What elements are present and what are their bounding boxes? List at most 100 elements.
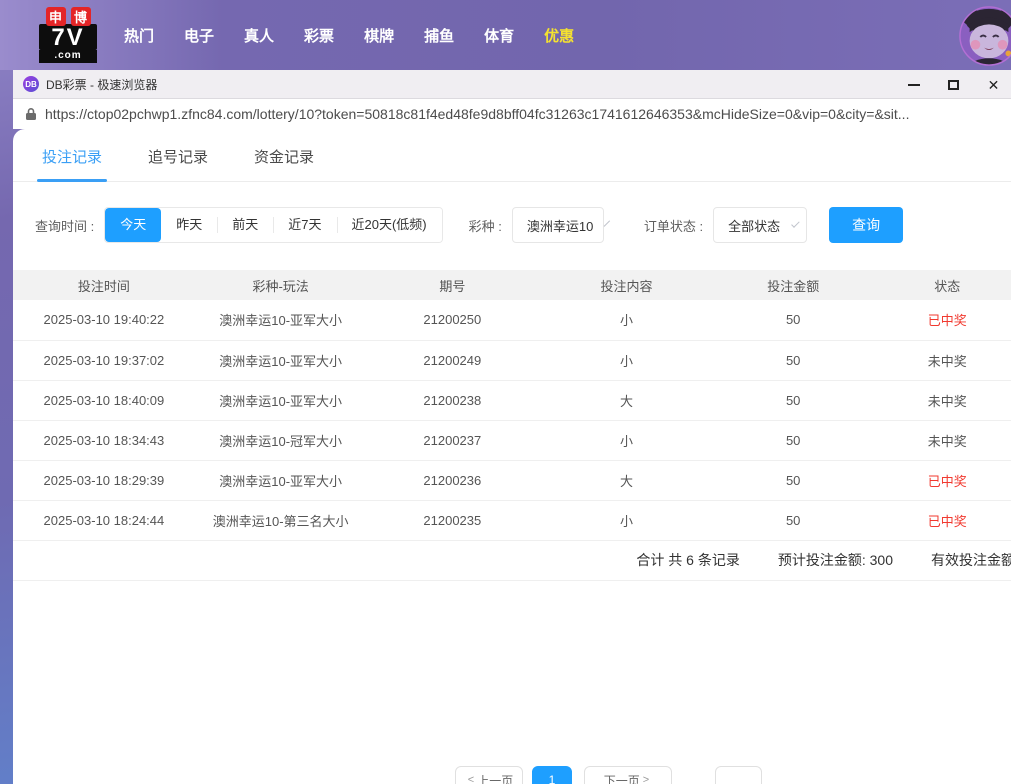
maximize-button[interactable] (945, 76, 962, 93)
cell-bet-content: 小 (538, 500, 715, 540)
cell-bet-amount: 50 (715, 340, 872, 380)
order-status-select[interactable]: 全部状态 (713, 207, 807, 243)
cell-bet-content: 大 (538, 380, 715, 420)
cell-game-play: 澳洲幸运10-亚军大小 (195, 460, 367, 500)
prev-page-button[interactable]: <上一页 (455, 766, 523, 784)
column-header: 期号 (366, 270, 538, 300)
lottery-select-value: 澳洲幸运10 (527, 216, 593, 235)
cell-bet-content: 小 (538, 300, 715, 340)
main-nav: 热门 电子 真人 彩票 棋牌 捕鱼 体育 优惠 (124, 25, 574, 46)
address-bar[interactable]: https://ctop02pchwp1.zfnc84.com/lottery/… (13, 99, 1011, 129)
table-header-row: 投注时间彩种-玩法期号投注内容投注金额状态 (13, 270, 1011, 300)
logo-badge-left: 申 (46, 7, 66, 26)
time-range-option[interactable]: 昨天 (161, 208, 217, 242)
site-top-bar: 申 博 7V .com 热门 电子 真人 彩票 棋牌 捕鱼 体育 优惠 (0, 0, 1011, 70)
summary-row: 合计 共 6 条记录 预计投注金额: 300 有效投注金额 (13, 541, 1011, 581)
prev-page-label: 上一页 (477, 772, 513, 784)
time-range-option[interactable]: 前天 (217, 208, 273, 242)
db-favicon-icon: DB (23, 76, 39, 92)
cell-status: 未中奖 (871, 380, 1011, 420)
tab[interactable]: 追号记录 (143, 131, 213, 181)
lottery-select-label: 彩种 : (469, 216, 502, 235)
cell-bet-time: 2025-03-10 19:37:02 (13, 340, 195, 380)
summary-total: 合计 共 6 条记录 (636, 550, 739, 570)
logo-badges: 申 博 (46, 7, 91, 26)
table-row: 2025-03-10 18:29:39 澳洲幸运10-亚军大小 21200236… (13, 460, 1011, 500)
nav-item[interactable]: 电子 (184, 25, 214, 46)
nav-item[interactable]: 棋牌 (364, 25, 394, 46)
cell-status: 已中奖 (871, 300, 1011, 340)
time-range-option[interactable]: 今天 (105, 208, 161, 242)
table-row: 2025-03-10 19:40:22 澳洲幸运10-亚军大小 21200250… (13, 300, 1011, 340)
chevron-left-icon: < (468, 774, 474, 784)
cell-issue-number: 21200238 (366, 380, 538, 420)
current-page-button[interactable]: 1 (532, 766, 572, 784)
nav-item[interactable]: 彩票 (304, 25, 334, 46)
window-controls: ✕ (905, 70, 1002, 99)
pagination: <上一页 1 下一页> (455, 766, 762, 784)
cell-bet-content: 小 (538, 340, 715, 380)
cell-status: 未中奖 (871, 340, 1011, 380)
nav-item[interactable]: 热门 (124, 25, 154, 46)
column-header: 投注时间 (13, 270, 195, 300)
cell-bet-amount: 50 (715, 420, 872, 460)
cell-bet-time: 2025-03-10 19:40:22 (13, 300, 195, 340)
order-status-label: 订单状态 : (644, 216, 703, 235)
record-tabs: 投注记录 追号记录 资金记录 (13, 129, 1011, 182)
time-range-group: 今天 昨天 前天 近7天 近20天(低频) (104, 207, 442, 243)
window-title-bar[interactable]: DB DB彩票 - 极速浏览器 ✕ (13, 70, 1011, 99)
nav-item[interactable]: 真人 (244, 25, 274, 46)
window-title: DB彩票 - 极速浏览器 (46, 76, 157, 93)
logo-sub-text: .com (39, 50, 97, 63)
time-range-option[interactable]: 近7天 (273, 208, 336, 242)
close-button[interactable]: ✕ (985, 76, 1002, 93)
cell-game-play: 澳洲幸运10-冠军大小 (195, 420, 367, 460)
bet-record-table: 投注时间彩种-玩法期号投注内容投注金额状态 2025-03-10 19:40:2… (13, 270, 1011, 541)
minimize-button[interactable] (905, 76, 922, 93)
cell-status: 已中奖 (871, 500, 1011, 540)
summary-expected-amount: 预计投注金额: 300 (778, 550, 893, 570)
cell-issue-number: 21200249 (366, 340, 538, 380)
table-body: 2025-03-10 19:40:22 澳洲幸运10-亚军大小 21200250… (13, 300, 1011, 540)
cell-game-play: 澳洲幸运10-亚军大小 (195, 380, 367, 420)
cell-bet-content: 小 (538, 420, 715, 460)
summary-valid-amount: 有效投注金额 (931, 550, 1011, 570)
cell-status: 已中奖 (871, 460, 1011, 500)
cell-status: 未中奖 (871, 420, 1011, 460)
filter-row: 查询时间 : 今天 昨天 前天 近7天 近20天(低频) 彩种 : 澳洲幸运10 (13, 207, 1011, 243)
lottery-select[interactable]: 澳洲幸运10 (512, 207, 604, 243)
close-icon: ✕ (988, 78, 1000, 92)
tab[interactable]: 资金记录 (249, 131, 319, 181)
column-header: 状态 (871, 270, 1011, 300)
nav-item[interactable]: 优惠 (544, 25, 574, 46)
cell-issue-number: 21200236 (366, 460, 538, 500)
cell-bet-content: 大 (538, 460, 715, 500)
table-row: 2025-03-10 18:24:44 澳洲幸运10-第三名大小 2120023… (13, 500, 1011, 540)
next-page-button[interactable]: 下一页> (584, 766, 672, 784)
table-row: 2025-03-10 18:34:43 澳洲幸运10-冠军大小 21200237… (13, 420, 1011, 460)
chevron-down-icon (604, 220, 610, 226)
page-jump-input[interactable] (715, 766, 762, 784)
browser-window: DB DB彩票 - 极速浏览器 ✕ https://ctop02pchwp1.z… (13, 70, 1011, 784)
cell-bet-amount: 50 (715, 300, 872, 340)
nav-item[interactable]: 捕鱼 (424, 25, 454, 46)
next-page-label: 下一页 (604, 772, 640, 784)
cell-game-play: 澳洲幸运10-第三名大小 (195, 500, 367, 540)
cell-issue-number: 21200237 (366, 420, 538, 460)
column-header: 投注金额 (715, 270, 872, 300)
url-text: https://ctop02pchwp1.zfnc84.com/lottery/… (45, 106, 909, 122)
cell-issue-number: 21200250 (366, 300, 538, 340)
logo-main-text: 7V (39, 24, 97, 50)
lock-icon (25, 107, 37, 121)
tab[interactable]: 投注记录 (37, 131, 107, 181)
site-logo[interactable]: 申 博 7V .com (38, 7, 98, 63)
maximize-icon (948, 80, 959, 90)
order-status-value: 全部状态 (728, 216, 780, 235)
cell-bet-amount: 50 (715, 380, 872, 420)
time-range-option[interactable]: 近20天(低频) (337, 208, 442, 242)
nav-item[interactable]: 体育 (484, 25, 514, 46)
query-button[interactable]: 查询 (829, 207, 903, 243)
time-filter-label: 查询时间 : (35, 216, 94, 235)
cell-issue-number: 21200235 (366, 500, 538, 540)
avatar[interactable] (958, 5, 1011, 67)
